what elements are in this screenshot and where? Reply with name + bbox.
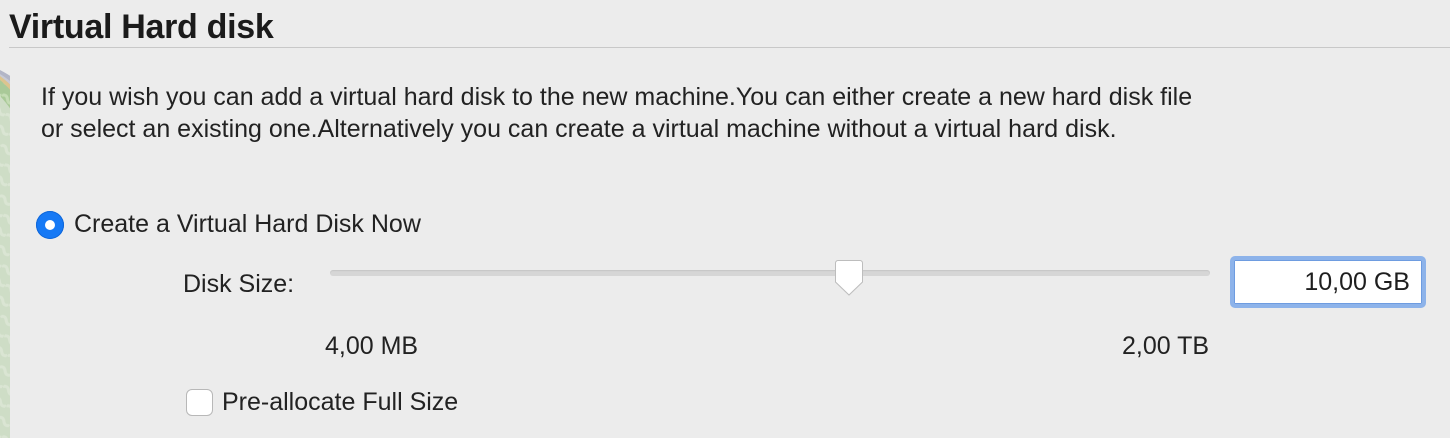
slider-thumb-icon[interactable] — [834, 259, 864, 297]
preallocate-checkbox-label[interactable]: Pre-allocate Full Size — [222, 387, 458, 418]
create-disk-radio-label[interactable]: Create a Virtual Hard Disk Now — [74, 209, 421, 240]
slider-max-label: 2,00 TB — [1122, 332, 1210, 360]
page-title: Virtual Hard disk — [9, 8, 274, 46]
description-text: If you wish you can add a virtual hard d… — [41, 83, 1193, 143]
disk-size-input[interactable] — [1230, 256, 1426, 308]
preallocate-checkbox[interactable] — [186, 389, 213, 416]
create-disk-radio[interactable] — [36, 211, 64, 239]
disk-size-label: Disk Size: — [183, 270, 295, 298]
disk-size-slider[interactable] — [330, 270, 1210, 276]
radio-selected-dot — [45, 220, 55, 230]
slider-min-label: 4,00 MB — [325, 332, 419, 360]
